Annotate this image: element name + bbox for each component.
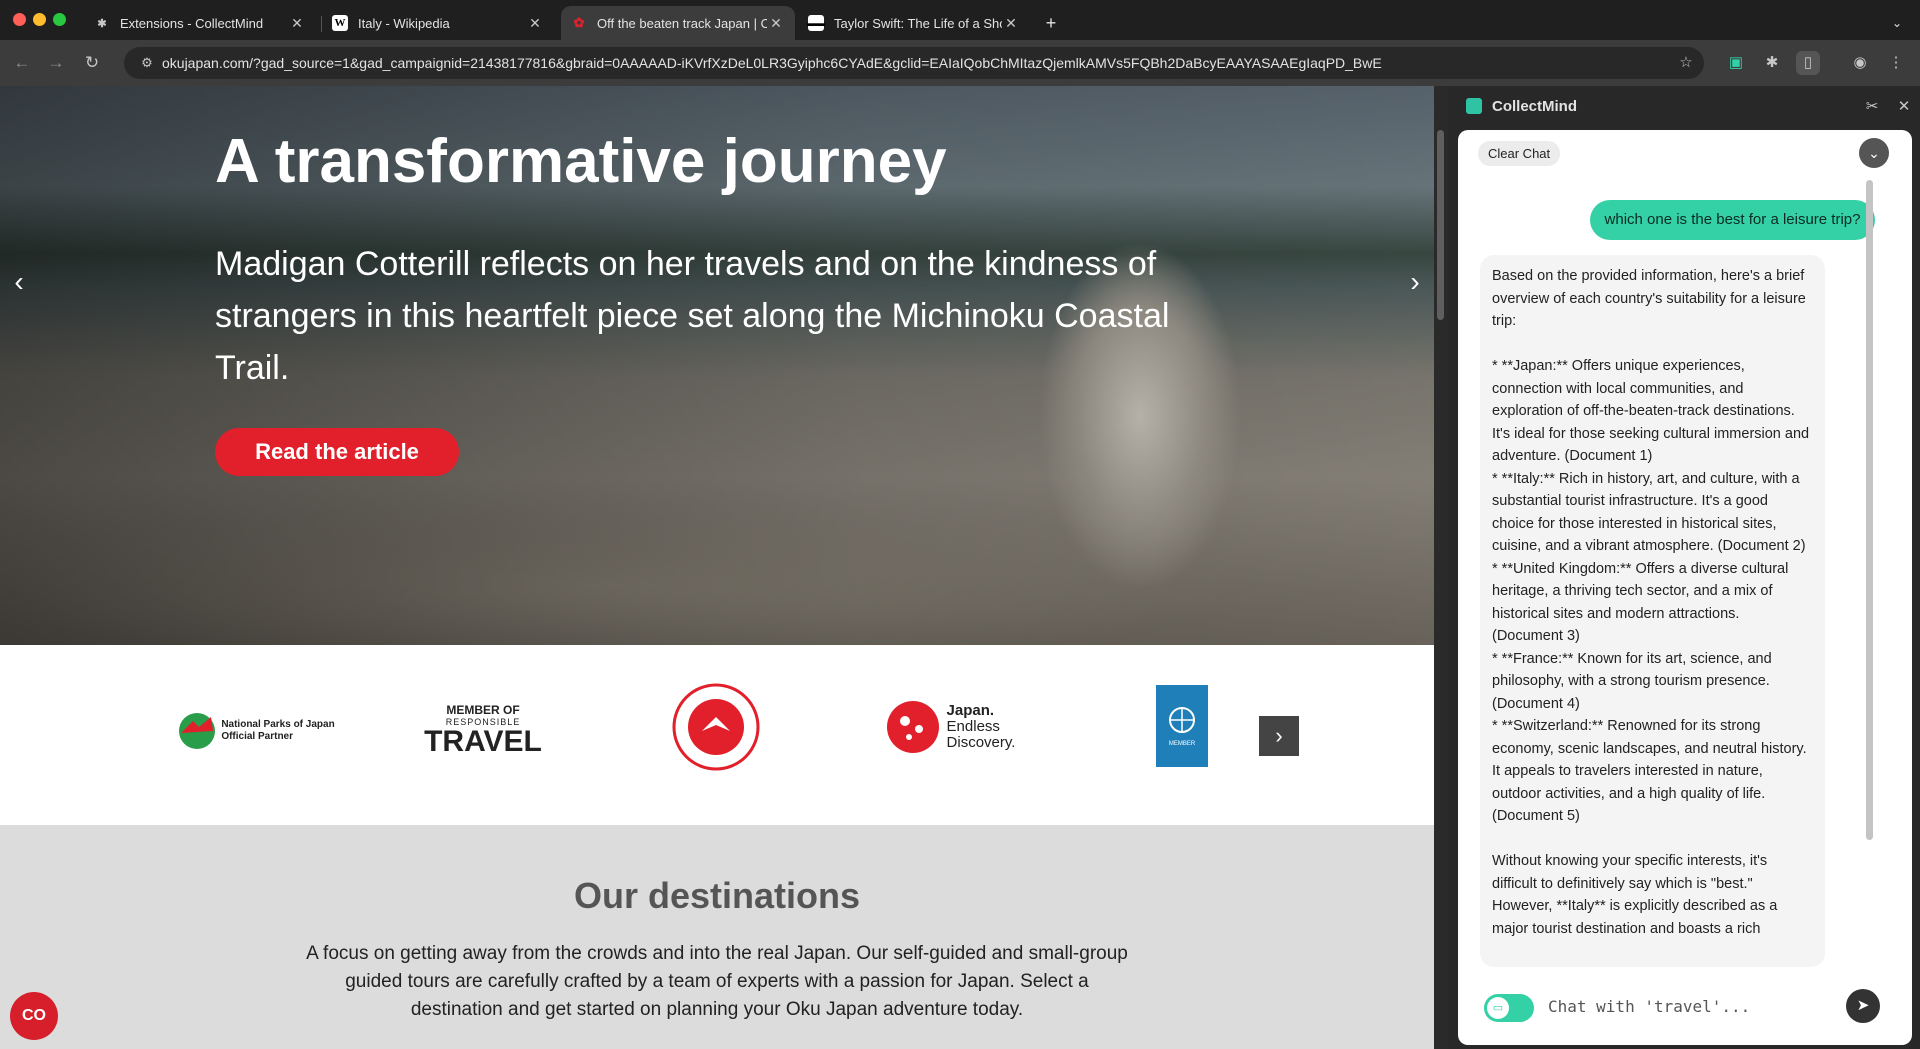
close-tab-icon[interactable]: ✕: [1002, 15, 1020, 32]
chat-scrollbar[interactable]: [1866, 180, 1873, 840]
chevron-down-icon: ⌄: [1868, 145, 1880, 161]
minimize-window-button[interactable]: [33, 13, 46, 26]
tab-oku-japan[interactable]: ✿ Off the beaten track Japan | O ✕: [561, 6, 795, 40]
new-tab-button[interactable]: +: [1036, 6, 1066, 40]
national-parks-logo[interactable]: National Parks of Japan Official Partner: [176, 703, 336, 759]
side-panel-icon[interactable]: ▯: [1796, 51, 1820, 75]
tab-title: Extensions - CollectMind: [120, 15, 264, 31]
forward-button[interactable]: →: [44, 51, 68, 75]
adventure-travel-member-logo[interactable]: MEMBER: [1156, 685, 1208, 767]
browser-tab-bar: ✱ Extensions - CollectMind ✕ W Italy - W…: [0, 0, 1920, 40]
master-of-japan-logo[interactable]: [672, 683, 760, 771]
maximize-window-button[interactable]: [53, 13, 66, 26]
hero-title: A transformative journey: [215, 127, 947, 196]
national-parks-icon: [179, 713, 216, 749]
oku-japan-icon: ✿: [573, 15, 585, 30]
send-icon: ➤: [1856, 997, 1870, 1014]
profile-icon[interactable]: ◉: [1848, 51, 1872, 75]
destinations-section: Our destinations A focus on getting away…: [0, 825, 1434, 1049]
collectmind-icon: [1466, 98, 1482, 114]
plus-icon: +: [1045, 12, 1057, 33]
logo-text: Endless: [946, 718, 1000, 735]
tab-extensions[interactable]: ✱ Extensions - CollectMind ✕: [84, 6, 316, 40]
chat-input[interactable]: [1548, 990, 1838, 1022]
reload-button[interactable]: ↻: [80, 51, 104, 75]
logo-text: TRAVEL: [424, 725, 542, 758]
reload-icon: ↻: [84, 53, 100, 72]
menu-kebab-icon[interactable]: ⋮: [1884, 51, 1908, 75]
assistant-message: Based on the provided information, here'…: [1480, 255, 1825, 967]
logo-text: MEMBER: [1168, 741, 1196, 747]
clear-chat-button[interactable]: Clear Chat: [1478, 141, 1561, 166]
collectmind-extension-icon[interactable]: ▣: [1724, 51, 1748, 75]
wikipedia-icon: W: [332, 15, 348, 31]
carousel-next-icon[interactable]: ›: [1400, 266, 1430, 298]
cherry-blossom-icon: [886, 701, 939, 753]
panel-title: CollectMind: [1492, 97, 1577, 115]
back-button[interactable]: ←: [10, 51, 34, 75]
logo-text: Japan.: [946, 702, 995, 719]
crane-seal-icon: [672, 683, 760, 771]
tab-italy-wikipedia[interactable]: W Italy - Wikipedia ✕: [322, 6, 554, 40]
tab-taylor-swift[interactable]: ▬▬ Taylor Swift: The Life of a Sho ✕: [798, 6, 1030, 40]
read-article-button[interactable]: Read the article: [215, 428, 459, 476]
folder-icon: ▭: [1487, 997, 1509, 1019]
collapse-button[interactable]: ⌄: [1859, 138, 1889, 168]
tab-title: Off the beaten track Japan | O: [597, 15, 767, 31]
close-window-button[interactable]: [13, 13, 26, 26]
unpin-icon[interactable]: ✂: [1856, 97, 1888, 115]
bookmark-star-icon[interactable]: ☆: [1674, 51, 1698, 75]
tab-search-button[interactable]: ⌄: [1882, 6, 1912, 40]
logo-text: Discovery.: [946, 734, 1016, 751]
close-icon[interactable]: ✕: [1888, 97, 1920, 115]
web-page: A transformative journey Madigan Cotteri…: [0, 86, 1434, 1049]
arrow-right-icon: →: [47, 53, 65, 72]
globe-icon: [1169, 707, 1195, 733]
page-scrollbar-thumb[interactable]: [1437, 130, 1444, 320]
address-bar[interactable]: ⚙ okujapan.com/?gad_source=1&gad_campaig…: [124, 47, 1704, 79]
panel-header: CollectMind ✂ ✕: [1448, 86, 1920, 126]
user-message: which one is the best for a leisure trip…: [1590, 200, 1875, 240]
responsible-travel-logo[interactable]: MEMBER OF RESPONSIBLE TRAVEL: [418, 695, 548, 765]
logo-text: MEMBER OF: [446, 703, 520, 717]
close-tab-icon[interactable]: ✕: [288, 15, 306, 32]
close-tab-icon[interactable]: ✕: [767, 15, 785, 32]
partner-logos: National Parks of Japan Official Partner…: [0, 645, 1434, 825]
destinations-heading: Our destinations: [573, 875, 861, 916]
logos-next-button[interactable]: ›: [1259, 716, 1299, 756]
url-text[interactable]: okujapan.com/?gad_source=1&gad_campaigni…: [162, 55, 1704, 71]
extensions-puzzle-icon[interactable]: ✱: [1760, 51, 1784, 75]
destinations-description: A focus on getting away from the crowds …: [306, 943, 1128, 1020]
send-button[interactable]: ➤: [1846, 989, 1880, 1023]
logo-text: National Parks of Japan: [221, 719, 335, 730]
close-tab-icon[interactable]: ✕: [526, 15, 544, 32]
tab-title: Taylor Swift: The Life of a Sho: [834, 15, 1002, 31]
japan-endless-discovery-logo[interactable]: Japan. Endless Discovery.: [880, 697, 1020, 757]
document-icon: ▬▬: [807, 15, 825, 31]
logo-text: Official Partner: [221, 731, 294, 742]
chevron-down-icon: ⌄: [1891, 16, 1903, 30]
hero-banner: A transformative journey Madigan Cotteri…: [0, 86, 1434, 645]
arrow-left-icon: ←: [13, 53, 31, 72]
hero-subtitle: Madigan Cotterill reflects on her travel…: [215, 245, 1170, 387]
chat-widget-button[interactable]: CO: [10, 992, 58, 1040]
carousel-prev-icon[interactable]: ‹: [4, 266, 34, 298]
browser-toolbar: ← → ↻ ⚙ okujapan.com/?gad_source=1&gad_c…: [0, 40, 1920, 86]
site-settings-icon[interactable]: ⚙: [132, 55, 162, 71]
puzzle-icon: ✱: [97, 17, 107, 30]
tab-title: Italy - Wikipedia: [358, 15, 450, 31]
